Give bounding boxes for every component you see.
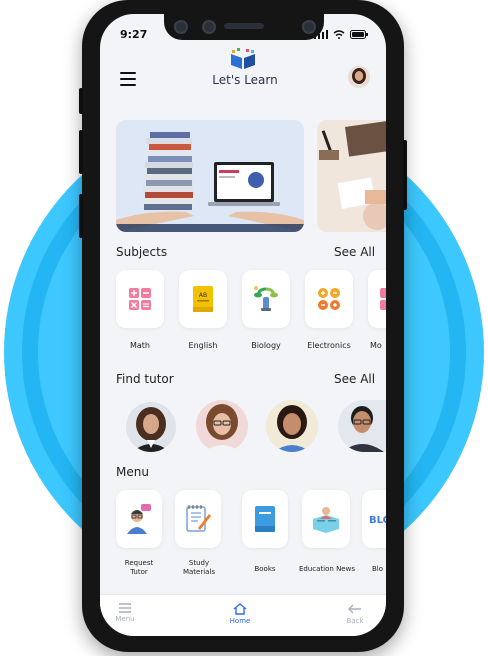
menu-label-study-materials: Study Materials bbox=[182, 559, 216, 576]
menu-label-education-news: Education News bbox=[299, 565, 355, 573]
subject-label-math: Math bbox=[129, 341, 150, 350]
subjects-see-all-link[interactable]: See All bbox=[334, 245, 375, 259]
promo-banner-online-learning[interactable] bbox=[116, 120, 304, 232]
tab-menu-label: Menu bbox=[115, 615, 135, 623]
subject-card-english[interactable]: AB bbox=[179, 270, 227, 328]
tab-menu[interactable]: Menu bbox=[100, 603, 150, 623]
book-icon bbox=[255, 506, 275, 532]
subject-label-biology: Biology bbox=[251, 341, 281, 350]
phone-volume-up-button bbox=[79, 88, 83, 114]
wifi-icon bbox=[333, 30, 345, 39]
biology-icon bbox=[254, 286, 278, 311]
study-materials-icon bbox=[186, 505, 211, 532]
phone-power-button bbox=[403, 140, 407, 210]
menu-label-partial: Blo bbox=[372, 565, 384, 573]
tutor-avatar-4[interactable] bbox=[338, 400, 386, 452]
menu-card-blog[interactable]: BLO bbox=[362, 490, 386, 548]
battery-icon bbox=[350, 30, 368, 39]
svg-text:BLO: BLO bbox=[369, 515, 386, 526]
electronics-icon bbox=[318, 288, 340, 310]
subject-label-electronics: Electronics bbox=[307, 341, 351, 350]
hamburger-menu-icon[interactable] bbox=[120, 72, 136, 86]
app-title: Let's Learn bbox=[212, 73, 278, 87]
subject-label-english: English bbox=[188, 341, 218, 350]
subject-card-biology[interactable] bbox=[242, 270, 290, 328]
status-icons bbox=[314, 30, 368, 39]
tutor-avatar-3[interactable] bbox=[266, 400, 318, 452]
subjects-section-title: Subjects bbox=[116, 245, 168, 259]
menu-label-books: Books bbox=[254, 565, 276, 573]
subject-card-math[interactable] bbox=[116, 270, 164, 328]
phone-volume-down-button bbox=[79, 130, 83, 174]
tutors-section-title: Find tutor bbox=[116, 372, 174, 386]
subject-card-electronics[interactable] bbox=[305, 270, 353, 328]
tab-back[interactable]: Back bbox=[330, 603, 380, 625]
tab-home-label: Home bbox=[229, 617, 251, 625]
tutor-request-icon bbox=[127, 504, 151, 534]
tab-home[interactable]: Home bbox=[215, 603, 265, 625]
menu-lines-icon bbox=[119, 603, 131, 613]
tutor-avatar-2[interactable] bbox=[196, 400, 248, 452]
status-time: 9:27 bbox=[120, 28, 148, 41]
bottom-navigation: Menu Home Back bbox=[100, 594, 386, 636]
subject-label-partial: Mo bbox=[370, 341, 382, 350]
profile-avatar[interactable] bbox=[348, 66, 370, 88]
menu-card-education-news[interactable] bbox=[302, 490, 350, 548]
subject-card-more[interactable] bbox=[368, 270, 386, 328]
app-screen: 9:27 Let's Learn Subjects See All Math A… bbox=[100, 14, 386, 636]
phone-notch bbox=[164, 12, 324, 40]
math-icon bbox=[380, 288, 386, 310]
back-arrow-icon bbox=[348, 604, 361, 614]
phone-mute-button bbox=[79, 194, 83, 238]
menu-section-title: Menu bbox=[116, 465, 149, 479]
menu-card-study-materials[interactable] bbox=[175, 490, 221, 548]
tab-back-label: Back bbox=[346, 617, 364, 625]
menu-card-request-tutor[interactable] bbox=[116, 490, 162, 548]
blog-icon: BLO bbox=[369, 515, 386, 526]
menu-card-books[interactable] bbox=[242, 490, 288, 548]
home-icon bbox=[233, 603, 247, 615]
math-icon bbox=[129, 288, 151, 310]
promo-banner-study-desk[interactable] bbox=[317, 120, 386, 232]
tutors-see-all-link[interactable]: See All bbox=[334, 372, 375, 386]
menu-label-request-tutor: Request Tutor bbox=[124, 559, 154, 576]
tutor-avatar-1[interactable] bbox=[126, 402, 176, 452]
news-icon bbox=[313, 507, 339, 533]
english-book-icon: AB bbox=[193, 286, 213, 312]
book-logo-icon bbox=[231, 48, 255, 69]
svg-text:AB: AB bbox=[199, 292, 207, 299]
